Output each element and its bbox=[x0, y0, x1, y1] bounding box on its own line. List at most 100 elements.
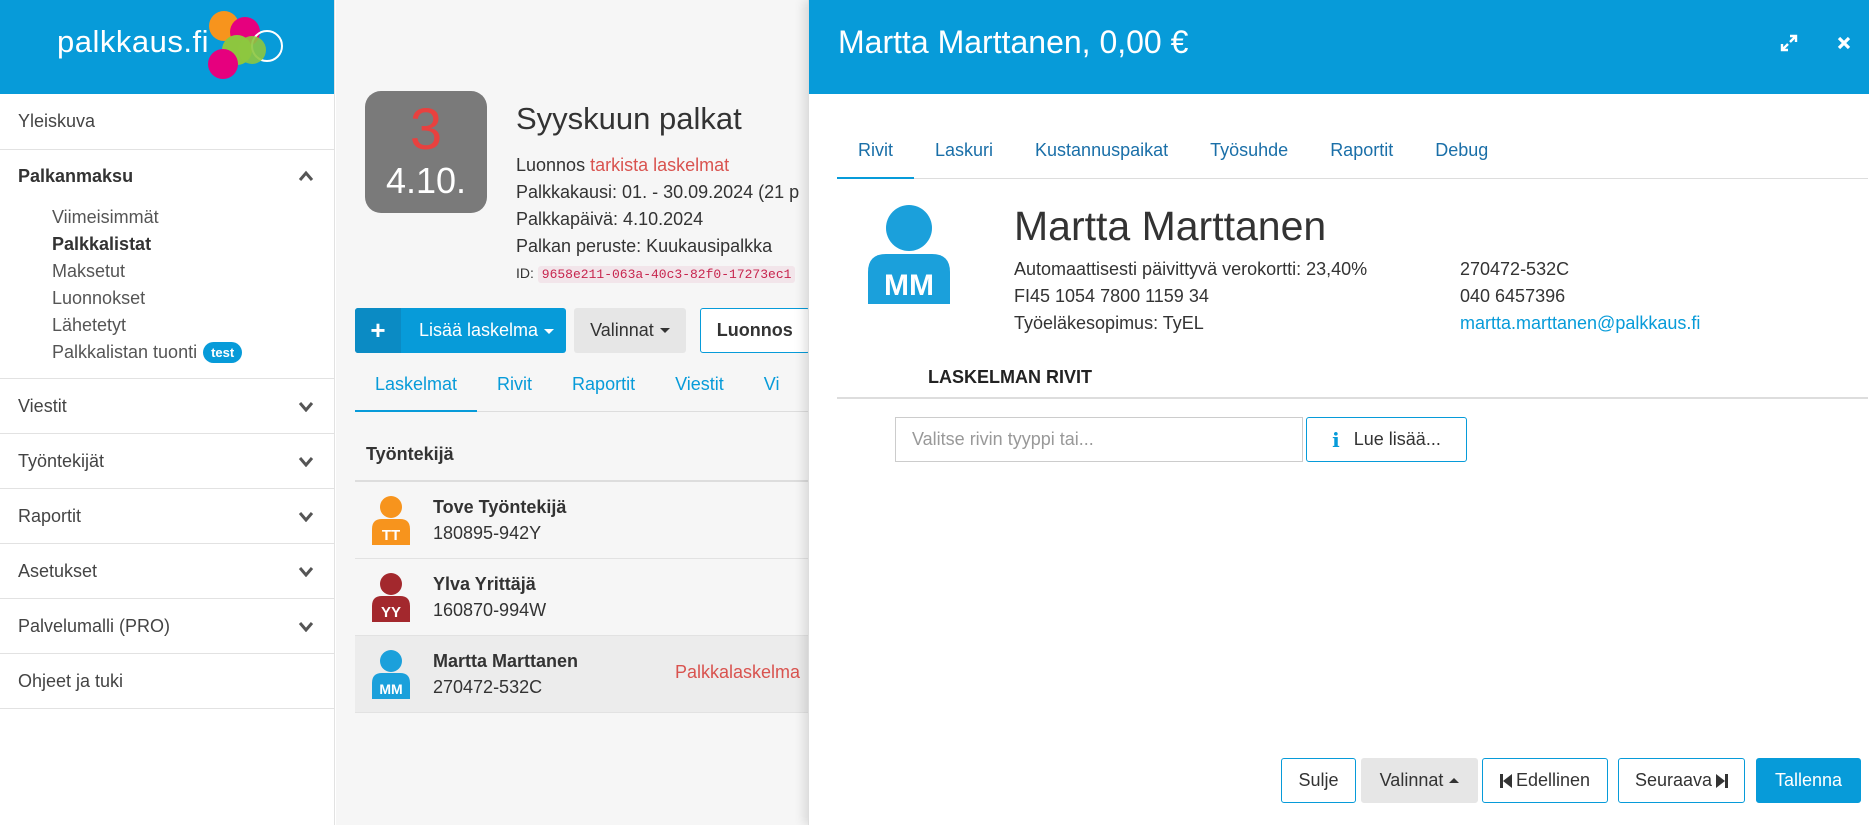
sidebar-item-palkanmaksu[interactable]: Palkanmaksu bbox=[0, 150, 334, 202]
close-icon[interactable] bbox=[1831, 30, 1857, 56]
save-button[interactable]: Tallenna bbox=[1756, 758, 1861, 803]
add-calculation-button[interactable]: + Lisää laskelma bbox=[355, 308, 567, 353]
sidebar-subitem-label: Luonnokset bbox=[52, 288, 146, 308]
svg-text:YY: YY bbox=[381, 604, 401, 621]
tab-raportit[interactable]: Raportit bbox=[552, 364, 655, 412]
options-dropdown-button[interactable]: Valinnat bbox=[574, 308, 686, 353]
id-value: 9658e211-063a-40c3-82f0-17273ec1 bbox=[537, 266, 796, 283]
tab-debug[interactable]: Debug bbox=[1414, 130, 1509, 179]
sidebar-item-raportit[interactable]: Raportit bbox=[0, 489, 334, 544]
pay-day: Palkkapäivä: 4.10.2024 bbox=[516, 209, 704, 229]
tax-card: Automaattisesti päivittyvä verokortti: 2… bbox=[1014, 259, 1368, 279]
avatar-icon: MM bbox=[372, 650, 410, 699]
page-title: Syyskuun palkat bbox=[516, 101, 742, 136]
info-icon: i bbox=[1332, 427, 1340, 452]
pay-period: Palkkakausi: 01. - 30.09.2024 (21 p bbox=[516, 182, 800, 202]
social-security-number: 270472-532C bbox=[1460, 259, 1570, 279]
sidebar: palkkaus.fi Yleiskuva Palkanmaksu Viimei… bbox=[0, 0, 335, 825]
read-more-label: Lue lisää... bbox=[1353, 429, 1441, 449]
tab-laskuri[interactable]: Laskuri bbox=[914, 130, 1014, 179]
calculation-panel: Martta Marttanen, 0,00 € Rivit Laskuri K… bbox=[808, 0, 1869, 825]
sidebar-item-ohjeet[interactable]: Ohjeet ja tuki bbox=[0, 654, 334, 709]
options-dropup-button[interactable]: Valinnat bbox=[1361, 758, 1478, 803]
table-row[interactable]: MM Martta Marttanen 270472-532C Palkkala… bbox=[355, 636, 809, 713]
tab-rivit[interactable]: Rivit bbox=[837, 130, 914, 179]
sidebar-subitem-maksetut[interactable]: Maksetut bbox=[52, 258, 334, 285]
caret-down-icon bbox=[544, 328, 555, 334]
next-button[interactable]: Seuraava bbox=[1618, 758, 1745, 803]
caret-up-icon bbox=[1449, 778, 1460, 783]
read-more-button[interactable]: i Lue lisää... bbox=[1306, 417, 1467, 462]
sidebar-item-viestit[interactable]: Viestit bbox=[0, 379, 334, 434]
sidebar-item-yleiskuva[interactable]: Yleiskuva bbox=[0, 94, 334, 150]
sidebar-item-palvelumalli[interactable]: Palvelumalli (PRO) bbox=[0, 599, 334, 654]
payroll-date-box: 3 4.10. bbox=[365, 91, 487, 213]
employee-name: Tove Työntekijä bbox=[433, 497, 567, 517]
employee-id: 180895-942Y bbox=[433, 523, 542, 543]
avatar-icon: TT bbox=[372, 496, 410, 545]
sidebar-item-label: Viestit bbox=[18, 395, 67, 416]
panel-tabs: Rivit Laskuri Kustannuspaikat Työsuhde R… bbox=[837, 130, 1868, 179]
table-row[interactable]: TT Tove Työntekijä 180895-942Y bbox=[355, 482, 809, 559]
options-label: Valinnat bbox=[1379, 770, 1444, 790]
sidebar-item-asetukset[interactable]: Asetukset bbox=[0, 544, 334, 599]
employee-status-link[interactable]: Palkkalaskelma bbox=[675, 662, 800, 683]
svg-text:MM: MM bbox=[884, 269, 934, 302]
draft-label: Luonnos bbox=[716, 320, 793, 340]
draft-button[interactable]: Luonnos bbox=[699, 308, 809, 353]
sidebar-item-tyontekijat[interactable]: Työntekijät bbox=[0, 434, 334, 489]
email-link[interactable]: martta.marttanen@palkkaus.fi bbox=[1460, 310, 1700, 337]
close-button[interactable]: Sulje bbox=[1281, 758, 1356, 803]
tab-kustannuspaikat[interactable]: Kustannuspaikat bbox=[1014, 130, 1189, 179]
sidebar-subitem-viimeisimmat[interactable]: Viimeisimmät bbox=[52, 204, 334, 231]
avatar-icon: YY bbox=[372, 573, 410, 622]
main-toolbar: + Lisää laskelma Valinnat Luonnos bbox=[355, 308, 809, 353]
sidebar-subitem-lahetetyt[interactable]: Lähetetyt bbox=[52, 312, 334, 339]
chevron-down-icon bbox=[296, 616, 316, 636]
next-label: Seuraava bbox=[1634, 770, 1713, 790]
sidebar-subitem-label: Lähetetyt bbox=[52, 315, 127, 335]
pension-contract: Työeläkesopimus: TyEL bbox=[1014, 313, 1204, 333]
sidebar-subitem-luonnokset[interactable]: Luonnokset bbox=[52, 285, 334, 312]
tab-tyosuhde[interactable]: Työsuhde bbox=[1189, 130, 1309, 179]
employee-id: 160870-994W bbox=[433, 600, 547, 620]
options-label: Valinnat bbox=[590, 320, 654, 340]
run-id: ID: 9658e211-063a-40c3-82f0-17273ec1 bbox=[516, 260, 799, 288]
sidebar-subitem-label: Maksetut bbox=[52, 261, 126, 281]
main-content: 3 4.10. Syyskuun palkat Luonnos tarkista… bbox=[336, 0, 809, 825]
sidebar-item-label: Palvelumalli (PRO) bbox=[18, 615, 171, 636]
expand-icon[interactable] bbox=[1776, 30, 1802, 56]
table-row[interactable]: YY Ylva Yrittäjä 160870-994W bbox=[355, 559, 809, 636]
sidebar-item-label: Ohjeet ja tuki bbox=[18, 670, 124, 691]
svg-text:MM: MM bbox=[379, 681, 402, 697]
sidebar-subitem-label: Viimeisimmät bbox=[52, 207, 159, 227]
table-header-employee: Työntekijä bbox=[366, 444, 454, 464]
chevron-down-icon bbox=[296, 396, 316, 416]
tab-raportit[interactable]: Raportit bbox=[1309, 130, 1414, 179]
brand-logo-text: palkkaus.fi bbox=[57, 24, 209, 59]
bank-account: FI45 1054 7800 1159 34 bbox=[1014, 286, 1209, 306]
step-forward-icon bbox=[1716, 773, 1729, 788]
sidebar-subitem-palkkalistan-tuonti[interactable]: Palkkalistan tuonti test bbox=[52, 339, 334, 366]
sidebar-item-label: Asetukset bbox=[18, 560, 98, 581]
row-type-input[interactable]: Valitse rivin tyyppi tai... bbox=[895, 417, 1303, 462]
tab-viestit[interactable]: Viestit bbox=[655, 364, 744, 412]
brand-header[interactable]: palkkaus.fi bbox=[0, 0, 334, 94]
employee-name: Martta Marttanen bbox=[433, 651, 579, 671]
sidebar-subitem-palkkalistat[interactable]: Palkkalistat bbox=[52, 231, 334, 258]
main-tabs: Laskelmat Rivit Raportit Viestit Vi bbox=[355, 364, 809, 412]
tab-truncated[interactable]: Vi bbox=[744, 364, 800, 412]
check-calculations-link[interactable]: tarkista laskelmat bbox=[590, 155, 729, 175]
section-header: LASKELMAN RIVIT bbox=[837, 362, 1868, 399]
tab-laskelmat[interactable]: Laskelmat bbox=[355, 364, 478, 412]
person-info-right: 270472-532C 040 6457396 martta.marttanen… bbox=[1460, 256, 1700, 337]
sidebar-subitem-label: Palkkalistan tuonti bbox=[52, 342, 198, 362]
previous-button[interactable]: Edellinen bbox=[1482, 758, 1608, 803]
tab-rivit[interactable]: Rivit bbox=[477, 364, 552, 412]
employee-id: 270472-532C bbox=[433, 677, 543, 697]
employee-table: TT Tove Työntekijä 180895-942Y YY Ylva Y… bbox=[355, 480, 809, 713]
chevron-down-icon bbox=[296, 561, 316, 581]
sidebar-subnav-palkanmaksu: Viimeisimmät Palkkalistat Maksetut Luonn… bbox=[0, 202, 334, 379]
status-text: Luonnos bbox=[516, 155, 586, 175]
panel-footer: Sulje Valinnat Edellinen Seuraava Tallen… bbox=[1281, 758, 1861, 803]
